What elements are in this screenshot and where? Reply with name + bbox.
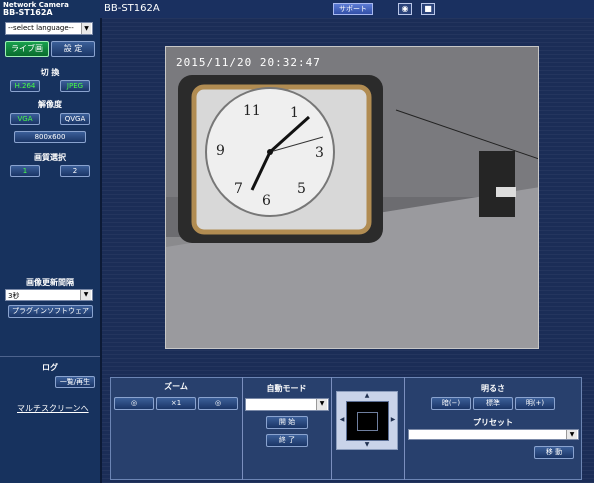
svg-text:11: 11 bbox=[243, 103, 261, 119]
brightness-standard-button[interactable]: 標準 bbox=[473, 397, 513, 410]
preset-select[interactable]: ▼ bbox=[408, 429, 579, 440]
svg-text:6: 6 bbox=[262, 193, 271, 209]
zoom-in-button[interactable]: ◎ bbox=[198, 397, 238, 410]
arrow-down-icon[interactable]: ▼ bbox=[362, 441, 372, 448]
live-tab[interactable]: ライブ画 bbox=[5, 41, 49, 57]
refresh-interval-select[interactable]: 3秒 ▼ bbox=[5, 289, 93, 301]
resolution-label: 解像度 bbox=[38, 100, 62, 109]
svg-text:3: 3 bbox=[315, 145, 324, 161]
auto-mode-select[interactable]: ▼ bbox=[245, 398, 329, 411]
ptz-pad[interactable] bbox=[346, 401, 389, 441]
language-select-label: --select language-- bbox=[8, 24, 74, 32]
quality-label: 画質選択 bbox=[34, 153, 66, 162]
log-label: ログ bbox=[42, 363, 58, 372]
switch-label: 切 換 bbox=[40, 68, 60, 77]
preset-move-button[interactable]: 移 動 bbox=[534, 446, 574, 459]
zoom-title: ズーム bbox=[164, 382, 188, 391]
refresh-interval-value: 3秒 bbox=[8, 292, 20, 300]
camera-icon[interactable]: ◉ bbox=[398, 3, 412, 15]
svg-text:1: 1 bbox=[290, 105, 299, 121]
video-timestamp: 2015/11/20 20:32:47 bbox=[176, 56, 321, 69]
multiscreen-link[interactable]: マルチスクリーンへ bbox=[17, 403, 89, 414]
sidebar: Network Camera BB-ST162A --select langua… bbox=[0, 0, 102, 483]
svg-text:5: 5 bbox=[297, 181, 306, 197]
chevron-down-icon: ▼ bbox=[566, 430, 577, 439]
arrow-up-icon[interactable]: ▲ bbox=[362, 392, 372, 399]
log-list-button[interactable]: 一覧/再生 bbox=[55, 376, 95, 388]
preset-title: プリセット bbox=[473, 418, 513, 427]
ptz-control[interactable]: ▲ ▼ ◀ ▶ bbox=[336, 391, 398, 450]
start-button[interactable]: 開 始 bbox=[266, 416, 308, 429]
auto-mode-title: 自動モード bbox=[266, 384, 307, 393]
quality-1-button[interactable]: 1 bbox=[10, 165, 40, 177]
resolution-800x600-button[interactable]: 800x600 bbox=[14, 131, 86, 143]
ptz-center[interactable] bbox=[357, 412, 378, 431]
plugin-software-button[interactable]: プラグインソフトウェア bbox=[8, 305, 93, 318]
camera-title: BB-ST162A bbox=[104, 3, 160, 14]
settings-tab[interactable]: 設 定 bbox=[51, 41, 95, 57]
help-button[interactable]: サポート bbox=[333, 3, 373, 15]
language-select[interactable]: --select language-- ▼ bbox=[5, 22, 93, 35]
camera-image: 11 1 3 9 7 6 5 bbox=[166, 47, 538, 348]
refresh-label: 画像更新間隔 bbox=[26, 278, 74, 287]
arrow-right-icon[interactable]: ▶ bbox=[388, 416, 398, 423]
quality-2-button[interactable]: 2 bbox=[60, 165, 90, 177]
chevron-down-icon: ▼ bbox=[81, 23, 91, 34]
zoom-reset-button[interactable]: ×1 bbox=[156, 397, 196, 410]
qvga-button[interactable]: QVGA bbox=[60, 113, 90, 125]
brightness-title: 明るさ bbox=[481, 384, 505, 393]
snapshot-icon[interactable]: ■ bbox=[421, 3, 435, 15]
chevron-down-icon: ▼ bbox=[80, 290, 91, 300]
chevron-down-icon: ▼ bbox=[316, 399, 327, 410]
brightness-bright-button[interactable]: 明(+) bbox=[515, 397, 555, 410]
vga-button[interactable]: VGA bbox=[10, 113, 40, 125]
jpeg-button[interactable]: JPEG bbox=[60, 80, 90, 92]
h264-button[interactable]: H.264 bbox=[10, 80, 40, 92]
svg-text:9: 9 bbox=[216, 143, 225, 159]
camera-feed: 11 1 3 9 7 6 5 bbox=[165, 46, 539, 349]
brightness-dark-button[interactable]: 暗(−) bbox=[431, 397, 471, 410]
brand-model: BB-ST162A bbox=[3, 8, 53, 17]
stop-button[interactable]: 終 了 bbox=[266, 434, 308, 447]
zoom-out-button[interactable]: ◎ bbox=[114, 397, 154, 410]
svg-text:7: 7 bbox=[234, 181, 243, 197]
